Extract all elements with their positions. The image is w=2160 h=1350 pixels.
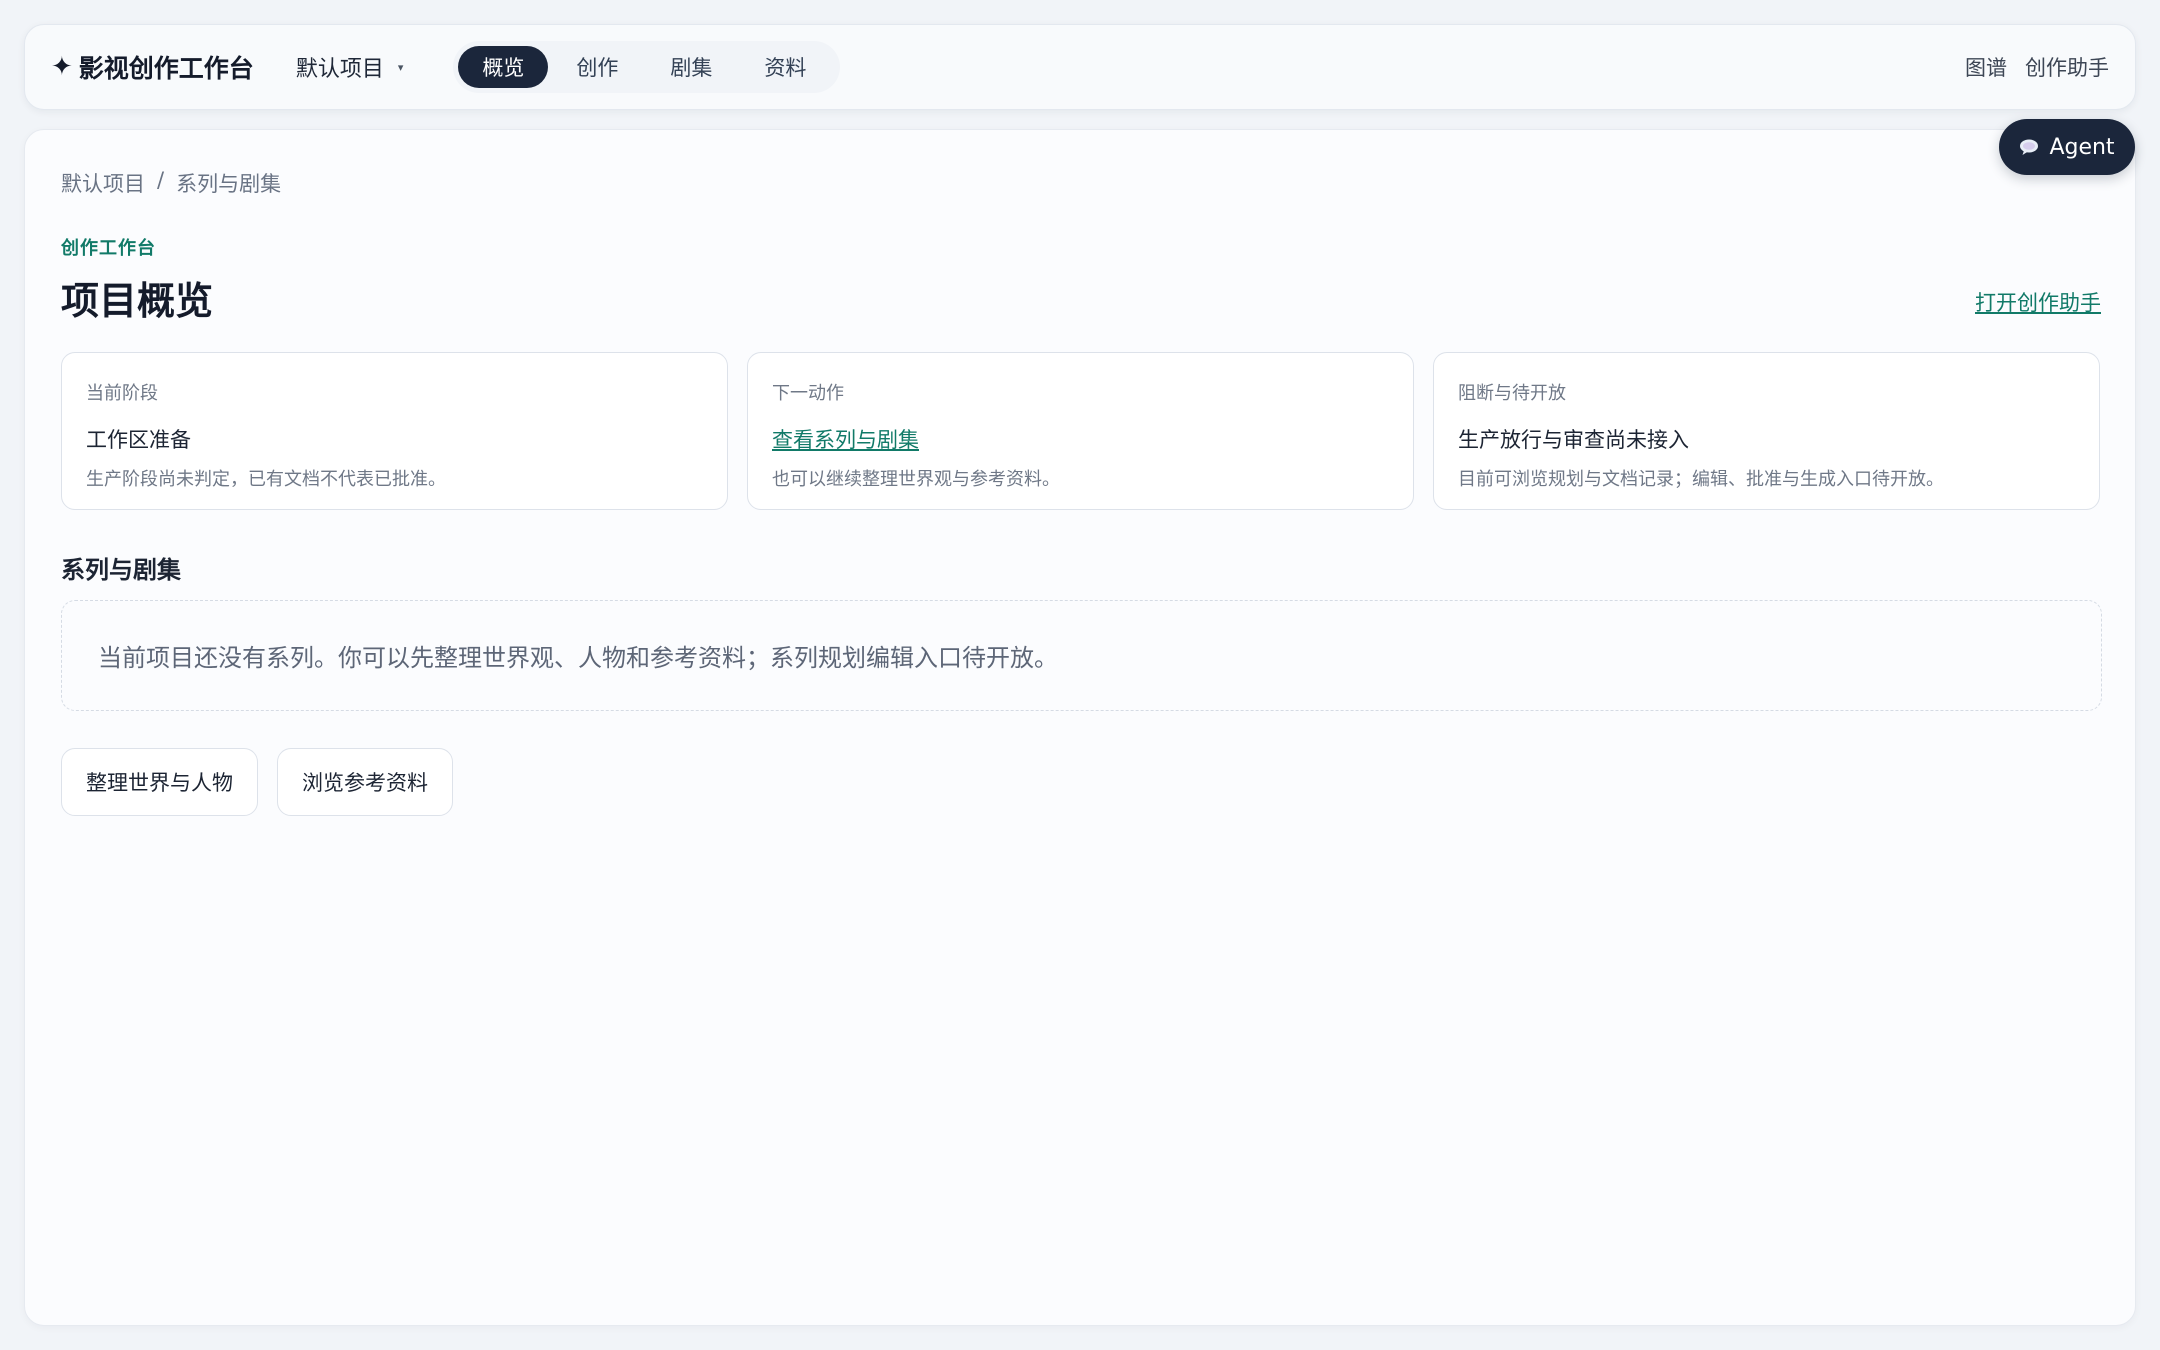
open-assistant-link[interactable]: 打开创作助手 [1975, 287, 2101, 317]
card-note: 目前可浏览规划与文档记录；编辑、批准与生成入口待开放。 [1458, 469, 1944, 490]
series-empty-state: 当前项目还没有系列。你可以先整理世界观、人物和参考资料；系列规划编辑入口待开放。 [61, 600, 2102, 711]
page-title: 项目概览 [61, 279, 214, 323]
app-title: 影视创作工作台 [78, 54, 254, 83]
card-note: 生产阶段尚未判定，已有文档不代表已批准。 [86, 469, 446, 490]
card-value: 工作区准备 [86, 428, 191, 452]
agent-button-label: Agent [2049, 134, 2115, 160]
caret-down-icon: ▾ [397, 60, 404, 74]
browse-references-button[interactable]: 浏览参考资料 [277, 748, 453, 816]
blockers-card: 阻断与待开放 生产放行与审查尚未接入 目前可浏览规划与文档记录；编辑、批准与生成… [1433, 352, 2100, 510]
card-value: 生产放行与审查尚未接入 [1458, 428, 1689, 452]
card-label: 当前阶段 [86, 383, 158, 404]
action-buttons: 整理世界与人物 浏览参考资料 [61, 748, 453, 816]
chat-bubble-icon [2019, 138, 2039, 156]
view-series-link[interactable]: 查看系列与剧集 [772, 424, 1389, 454]
project-selector-value: 默认项目 [295, 57, 384, 82]
organize-world-button[interactable]: 整理世界与人物 [61, 748, 258, 816]
top-navigation-bar: ✦ 影视创作工作台 默认项目 ▾ 概览 创作 剧集 资料 图谱 创作助手 [24, 24, 2136, 110]
tab-create[interactable]: 创作 [552, 46, 642, 88]
main-panel: 默认项目 / 系列与剧集 创作工作台 项目概览 打开创作助手 当前阶段 工作区准… [24, 129, 2136, 1326]
graph-link[interactable]: 图谱 [1965, 52, 2007, 82]
breadcrumb-separator: / [157, 168, 165, 192]
sparkle-icon: ✦ [51, 52, 73, 82]
page-eyebrow: 创作工作台 [61, 238, 156, 259]
breadcrumb: 默认项目 / 系列与剧集 [61, 168, 281, 198]
assistant-nav-link[interactable]: 创作助手 [2025, 52, 2109, 82]
project-selector[interactable]: 默认项目 ▾ [296, 51, 404, 83]
tab-overview[interactable]: 概览 [458, 46, 549, 88]
status-cards: 当前阶段 工作区准备 生产阶段尚未判定，已有文档不代表已批准。 下一动作 查看系… [61, 352, 2100, 510]
card-label: 阻断与待开放 [1458, 383, 1566, 404]
breadcrumb-current: 系列与剧集 [176, 172, 282, 196]
current-stage-card: 当前阶段 工作区准备 生产阶段尚未判定，已有文档不代表已批准。 [61, 352, 728, 510]
app-brand[interactable]: ✦ 影视创作工作台 [51, 49, 254, 85]
card-label: 下一动作 [772, 383, 844, 404]
empty-state-message: 当前项目还没有系列。你可以先整理世界观、人物和参考资料；系列规划编辑入口待开放。 [98, 644, 1058, 672]
series-section-heading: 系列与剧集 [61, 556, 181, 584]
tab-materials[interactable]: 资料 [740, 46, 830, 88]
agent-button[interactable]: Agent [1999, 119, 2135, 175]
tab-episodes[interactable]: 剧集 [646, 46, 736, 88]
header-right-links: 图谱 创作助手 [1965, 52, 2109, 82]
breadcrumb-project[interactable]: 默认项目 [61, 168, 145, 198]
main-tabs: 概览 创作 剧集 资料 [453, 41, 841, 93]
next-action-card: 下一动作 查看系列与剧集 也可以继续整理世界观与参考资料。 [747, 352, 1414, 510]
card-note: 也可以继续整理世界观与参考资料。 [772, 469, 1060, 490]
